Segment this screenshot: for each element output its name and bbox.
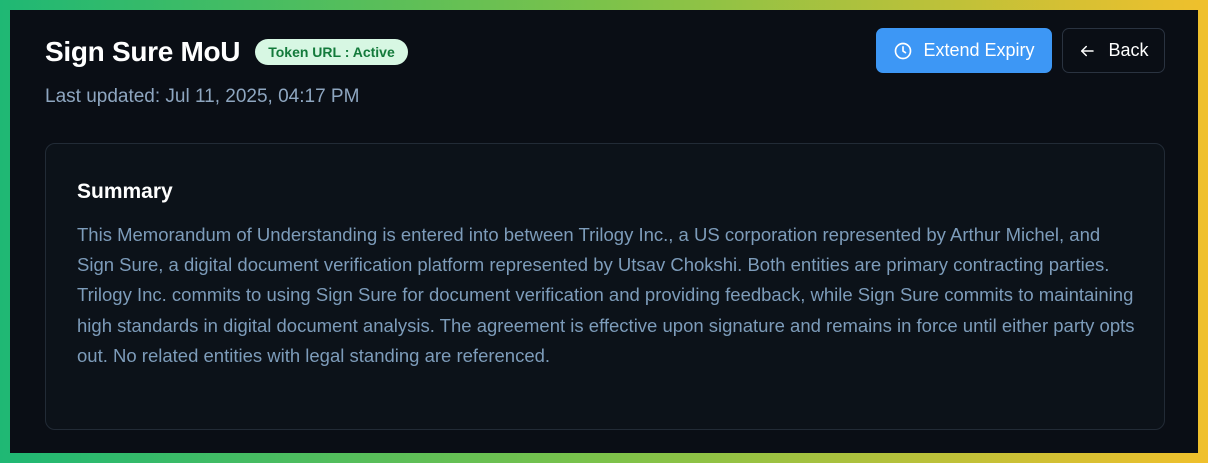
last-updated-text: Last updated: Jul 11, 2025, 04:17 PM — [45, 86, 360, 107]
extend-expiry-label: Extend Expiry — [923, 40, 1035, 60]
back-button[interactable]: Back — [1062, 28, 1165, 73]
summary-card: Summary This Memorandum of Understanding… — [45, 143, 1165, 430]
back-label: Back — [1108, 40, 1149, 60]
clock-icon — [895, 42, 912, 59]
summary-text: This Memorandum of Understanding is ente… — [77, 224, 1135, 366]
title-row: Sign Sure MoU Token URL : Active — [45, 36, 408, 68]
summary-title: Summary — [77, 180, 173, 203]
extend-expiry-button[interactable]: Extend Expiry — [876, 28, 1052, 73]
arrow-left-icon — [1081, 45, 1095, 56]
page-title: Sign Sure MoU — [45, 36, 241, 67]
token-status-badge: Token URL : Active — [255, 39, 408, 65]
